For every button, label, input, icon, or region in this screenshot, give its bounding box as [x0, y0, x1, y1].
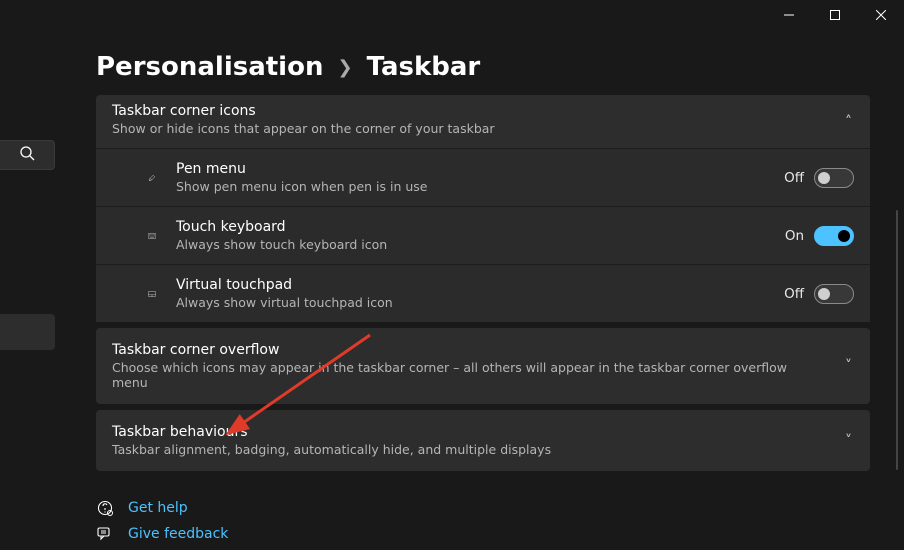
- section-desc: Choose which icons may appear in the tas…: [112, 360, 826, 390]
- toggle-state-label: Off: [784, 286, 804, 302]
- row-title: Pen menu: [176, 161, 784, 177]
- chevron-up-icon: ˄: [845, 114, 852, 130]
- page-title: Taskbar: [367, 52, 481, 82]
- section-desc: Show or hide icons that appear on the co…: [112, 121, 826, 136]
- search-button[interactable]: [0, 140, 55, 170]
- pen-icon: [112, 168, 156, 188]
- row-pen-menu: Pen menu Show pen menu icon when pen is …: [96, 148, 870, 206]
- link-get-help[interactable]: Get help: [96, 500, 228, 516]
- link-label: Get help: [128, 500, 188, 516]
- toggle-touch-keyboard[interactable]: [814, 226, 854, 246]
- section-taskbar-corner-overflow[interactable]: Taskbar corner overflow Choose which ico…: [96, 328, 870, 404]
- section-desc: Taskbar alignment, badging, automaticall…: [112, 442, 826, 457]
- link-give-feedback[interactable]: Give feedback: [96, 526, 228, 542]
- help-icon: [96, 500, 114, 516]
- section-title: Taskbar corner overflow: [112, 342, 826, 358]
- toggle-state-label: Off: [784, 170, 804, 186]
- toggle-pen-menu[interactable]: [814, 168, 854, 188]
- footer-links: Get help Give feedback: [96, 500, 228, 542]
- content-area: Personalisation ❯ Taskbar Taskbar corner…: [68, 0, 896, 550]
- scrollbar[interactable]: [896, 210, 898, 470]
- left-rail: [0, 0, 58, 550]
- row-desc: Always show touch keyboard icon: [176, 237, 785, 252]
- keyboard-icon: [112, 229, 156, 243]
- toggle-state-label: On: [785, 228, 804, 244]
- link-label: Give feedback: [128, 526, 228, 542]
- row-title: Virtual touchpad: [176, 277, 784, 293]
- chevron-down-icon: ˅: [845, 433, 852, 449]
- row-title: Touch keyboard: [176, 219, 785, 235]
- touchpad-icon: [112, 287, 156, 301]
- section-taskbar-behaviours[interactable]: Taskbar behaviours Taskbar alignment, ba…: [96, 410, 870, 471]
- breadcrumb-parent[interactable]: Personalisation: [96, 52, 323, 82]
- row-virtual-touchpad: Virtual touchpad Always show virtual tou…: [96, 264, 870, 322]
- row-touch-keyboard: Touch keyboard Always show touch keyboar…: [96, 206, 870, 264]
- feedback-icon: [96, 526, 114, 542]
- nav-item-personalisation[interactable]: [0, 314, 55, 350]
- breadcrumb: Personalisation ❯ Taskbar: [96, 52, 480, 82]
- chevron-right-icon: ❯: [337, 57, 352, 78]
- search-icon: [19, 145, 35, 165]
- chevron-down-icon: ˅: [845, 358, 852, 374]
- toggle-virtual-touchpad[interactable]: [814, 284, 854, 304]
- section-taskbar-corner-icons: Taskbar corner icons Show or hide icons …: [96, 95, 870, 322]
- row-desc: Show pen menu icon when pen is in use: [176, 179, 784, 194]
- section-title: Taskbar corner icons: [112, 103, 826, 119]
- section-title: Taskbar behaviours: [112, 424, 826, 440]
- section-header-corner-icons[interactable]: Taskbar corner icons Show or hide icons …: [96, 95, 870, 148]
- settings-list: Taskbar corner icons Show or hide icons …: [96, 95, 870, 471]
- row-desc: Always show virtual touchpad icon: [176, 295, 784, 310]
